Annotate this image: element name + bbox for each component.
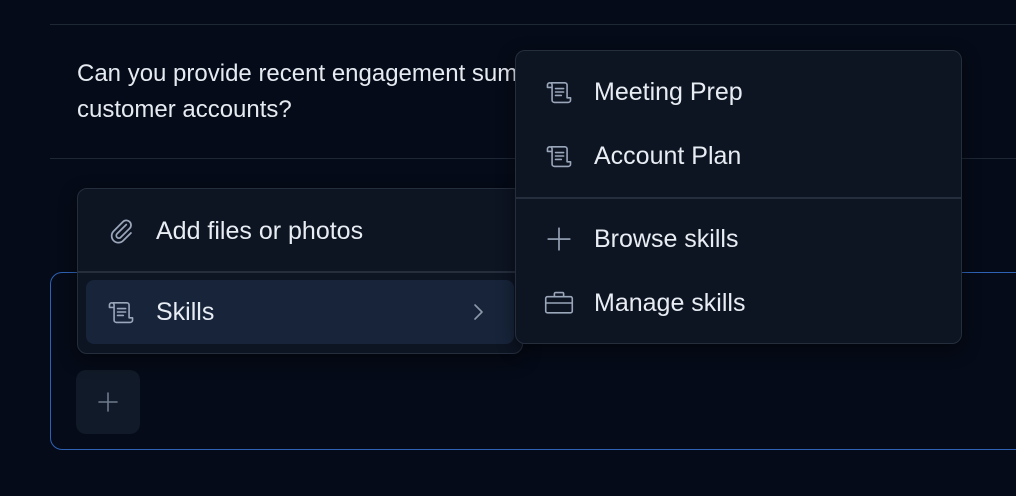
manage-skills-button[interactable]: Manage skills xyxy=(524,271,953,335)
menu-separator xyxy=(516,197,961,199)
browse-skills-button[interactable]: Browse skills xyxy=(524,207,953,271)
skill-item-label: Account Plan xyxy=(594,141,742,170)
menu-separator xyxy=(78,271,522,273)
plus-icon xyxy=(98,392,118,412)
skill-item-account-plan[interactable]: Account Plan xyxy=(524,124,953,188)
manage-skills-label: Manage skills xyxy=(594,288,746,317)
add-attachment-button[interactable] xyxy=(76,370,140,434)
skills-submenu: Meeting Prep Account Plan Browse skills xyxy=(515,50,962,344)
paperclip-icon xyxy=(106,216,136,246)
scroll-icon xyxy=(544,141,574,171)
scroll-icon xyxy=(106,297,136,327)
chat-page: Can you provide recent engagement summar… xyxy=(0,0,1016,496)
attach-menu: Add files or photos Skills xyxy=(77,188,523,354)
scroll-icon xyxy=(544,77,574,107)
menu-item-skills[interactable]: Skills xyxy=(86,280,514,344)
menu-item-label: Skills xyxy=(156,297,215,326)
menu-item-add-files[interactable]: Add files or photos xyxy=(86,199,514,263)
skill-item-meeting-prep[interactable]: Meeting Prep xyxy=(524,60,953,124)
briefcase-icon xyxy=(544,288,574,318)
chevron-right-icon xyxy=(474,304,483,320)
top-divider xyxy=(50,24,1016,25)
skill-item-label: Meeting Prep xyxy=(594,77,743,106)
plus-icon xyxy=(544,224,574,254)
browse-skills-label: Browse skills xyxy=(594,224,739,253)
menu-item-label: Add files or photos xyxy=(156,216,364,245)
